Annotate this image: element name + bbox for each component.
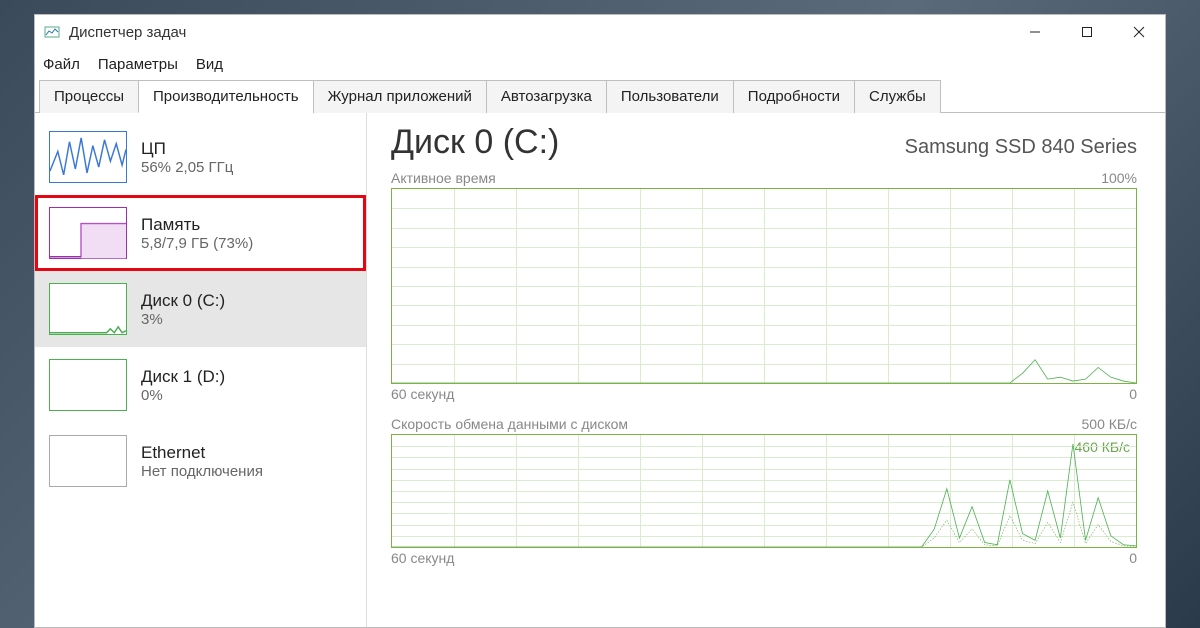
disk1-sparkline-icon	[49, 359, 127, 411]
main-title: Диск 0 (C:)	[391, 123, 559, 162]
menu-options[interactable]: Параметры	[98, 56, 178, 73]
window-controls	[1009, 15, 1165, 49]
chart2-xright: 0	[1129, 550, 1137, 566]
transfer-rate-chart: 460 КБ/с	[391, 434, 1137, 548]
transfer-rate-chart-block: Скорость обмена данными с диском 500 КБ/…	[391, 416, 1137, 566]
ethernet-title: Ethernet	[141, 443, 263, 463]
cpu-sparkline-icon	[49, 131, 127, 183]
sidebar-item-disk0[interactable]: Диск 0 (C:) 3%	[35, 271, 366, 347]
menu-file[interactable]: Файл	[43, 56, 80, 73]
tab-performance[interactable]: Производительность	[138, 80, 314, 113]
disk0-title: Диск 0 (C:)	[141, 291, 225, 311]
memory-title: Память	[141, 215, 253, 235]
ethernet-sub: Нет подключения	[141, 463, 263, 480]
performance-sidebar: ЦП 56% 2,05 ГГц Память 5,8/7,9 ГБ (73%)	[35, 113, 367, 627]
menu-view[interactable]: Вид	[196, 56, 223, 73]
active-time-chart-block: Активное время 100% 60 секунд 0	[391, 170, 1137, 402]
active-time-chart	[391, 188, 1137, 384]
ethernet-sparkline-icon	[49, 435, 127, 487]
memory-sub: 5,8/7,9 ГБ (73%)	[141, 235, 253, 252]
disk1-sub: 0%	[141, 387, 225, 404]
tab-details[interactable]: Подробности	[733, 80, 855, 113]
content-body: ЦП 56% 2,05 ГГц Память 5,8/7,9 ГБ (73%)	[35, 113, 1165, 627]
tabstrip: Процессы Производительность Журнал прило…	[35, 79, 1165, 113]
chart1-xleft: 60 секунд	[391, 386, 454, 402]
cpu-sub: 56% 2,05 ГГц	[141, 159, 233, 176]
disk0-sparkline-icon	[49, 283, 127, 335]
sidebar-item-disk1[interactable]: Диск 1 (D:) 0%	[35, 347, 366, 423]
tab-processes[interactable]: Процессы	[39, 80, 139, 113]
menubar: Файл Параметры Вид	[35, 49, 1165, 79]
sidebar-item-memory[interactable]: Память 5,8/7,9 ГБ (73%)	[35, 195, 366, 271]
tab-services[interactable]: Службы	[854, 80, 941, 113]
chart2-max: 500 КБ/с	[1082, 416, 1137, 432]
main-panel: Диск 0 (C:) Samsung SSD 840 Series Актив…	[367, 113, 1165, 627]
tab-app-history[interactable]: Журнал приложений	[313, 80, 487, 113]
tab-startup[interactable]: Автозагрузка	[486, 80, 607, 113]
close-button[interactable]	[1113, 15, 1165, 49]
window-title: Диспетчер задач	[69, 24, 1009, 41]
sidebar-item-ethernet[interactable]: Ethernet Нет подключения	[35, 423, 366, 499]
disk1-title: Диск 1 (D:)	[141, 367, 225, 387]
minimize-button[interactable]	[1009, 15, 1061, 49]
maximize-button[interactable]	[1061, 15, 1113, 49]
device-name: Samsung SSD 840 Series	[905, 136, 1137, 159]
chart2-xleft: 60 секунд	[391, 550, 454, 566]
tab-users[interactable]: Пользователи	[606, 80, 734, 113]
chart1-xright: 0	[1129, 386, 1137, 402]
app-icon	[43, 23, 61, 41]
chart2-label: Скорость обмена данными с диском	[391, 416, 628, 432]
cpu-title: ЦП	[141, 139, 233, 159]
titlebar: Диспетчер задач	[35, 15, 1165, 49]
disk0-sub: 3%	[141, 311, 225, 328]
chart1-max: 100%	[1101, 170, 1137, 186]
task-manager-window: Диспетчер задач Файл Параметры Вид Проце…	[34, 14, 1166, 628]
chart1-label: Активное время	[391, 170, 496, 186]
sidebar-item-cpu[interactable]: ЦП 56% 2,05 ГГц	[35, 119, 366, 195]
memory-sparkline-icon	[49, 207, 127, 259]
